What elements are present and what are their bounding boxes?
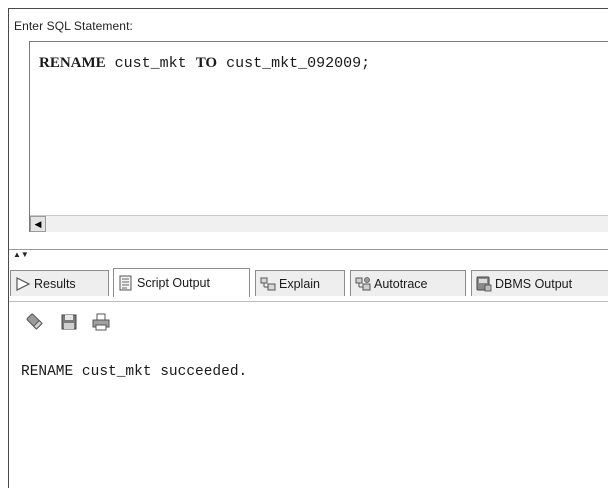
output-toolbar [9,301,608,343]
output-tab-bar: Results Script Output Explain Autotrace … [9,265,608,301]
tab-dbms-output[interactable]: DBMS Output [471,270,608,296]
editor-horizontal-scrollbar[interactable]: ◀ [30,215,608,232]
autotrace-icon [355,276,371,292]
tab-results[interactable]: Results [10,270,109,296]
pane-splitter[interactable]: ▲▼ [9,249,608,266]
script-output-text: RENAME cust_mkt succeeded. [21,364,248,380]
dbms-output-icon [476,276,492,292]
sql-new-table-name: cust_mkt_092009; [217,55,371,72]
eraser-icon[interactable] [25,312,45,332]
tab-autotrace[interactable]: Autotrace [350,270,466,296]
arrow-left-icon: ◀ [34,218,42,229]
editor-label: Enter SQL Statement: [14,19,133,33]
tab-script-output[interactable]: Script Output [113,268,250,297]
tab-label: Autotrace [374,276,428,291]
splitter-arrows-icon[interactable]: ▲▼ [13,251,29,259]
sql-keyword-rename: RENAME [39,55,106,71]
tab-label: Script Output [137,276,210,290]
sql-statement-line[interactable]: RENAME cust_mkt TO cust_mkt_092009; [39,55,370,72]
tab-label: Explain [279,276,320,291]
sql-keyword-to: TO [195,55,218,71]
scroll-left-button[interactable]: ◀ [30,216,46,232]
results-icon [15,276,31,292]
explain-icon [260,276,276,292]
tab-label: DBMS Output [495,276,573,291]
script-output-area[interactable]: RENAME cust_mkt succeeded. [9,342,608,488]
script-output-icon [118,275,134,291]
tab-label: Results [34,276,76,291]
sql-old-table-name: cust_mkt [105,55,196,72]
sql-editor[interactable]: RENAME cust_mkt TO cust_mkt_092009; ◀ [29,41,608,232]
sql-worksheet: Enter SQL Statement: RENAME cust_mkt TO … [8,8,608,488]
tab-explain[interactable]: Explain [255,270,345,296]
print-icon[interactable] [91,312,111,332]
save-icon[interactable] [59,312,79,332]
